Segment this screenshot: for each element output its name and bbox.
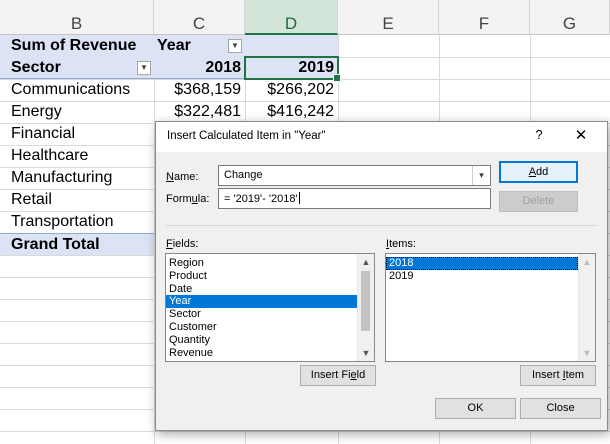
pivot-value-cell[interactable]: $322,481 [154,101,245,123]
fields-label: Fields: [166,238,199,250]
pivot-row-field-label: Sector [11,59,61,76]
name-combobox[interactable]: Change ▾ [218,165,491,186]
fields-listbox[interactable]: Region Product Date Year Sector Customer… [165,253,375,362]
fields-list-item[interactable]: Quantity [166,334,374,347]
column-header-f[interactable]: F [439,0,530,35]
scroll-down-icon[interactable]: ▼ [358,345,374,361]
fields-list-item[interactable]: Sector [166,308,374,321]
help-icon[interactable]: ? [529,127,549,145]
dialog-titlebar[interactable]: Insert Calculated Item in "Year" ? ✕ [156,122,607,152]
pivot-header-blank[interactable] [245,35,338,57]
delete-button[interactable]: Delete [499,191,578,212]
pivot-row-label[interactable]: Manufacturing [0,167,154,189]
pivot-corner-label[interactable]: Sum of Revenue [0,35,154,57]
chevron-down-icon[interactable]: ▾ [472,166,490,185]
add-button[interactable]: Add [499,161,578,183]
fields-list-item[interactable]: Revenue [166,347,374,360]
items-list-item-selected[interactable]: 2018 [386,257,578,270]
name-label: Name: [166,171,199,183]
dialog-title: Insert Calculated Item in "Year" [167,130,326,142]
column-header-g[interactable]: G [530,0,610,35]
fields-list-item[interactable]: Product [166,270,374,283]
scroll-up-icon[interactable]: ▲ [358,254,374,270]
insert-calculated-item-dialog[interactable]: Insert Calculated Item in "Year" ? ✕ Nam… [155,121,608,431]
fields-scrollbar[interactable]: ▲ ▼ [357,254,374,361]
close-button[interactable]: Close [520,398,601,419]
pivot-row-field-cell[interactable]: Sector ▼ [0,57,154,79]
pivot-column-field-cell[interactable]: Year ▼ [154,35,245,57]
formula-label: Formula: [166,193,210,205]
dialog-separator [166,225,597,226]
pivot-value-cell[interactable]: $416,242 [245,101,338,123]
fields-list-item[interactable]: Date [166,283,374,296]
insert-field-button[interactable]: Insert Field [300,365,376,386]
column-header-e[interactable]: E [338,0,439,35]
sector-filter-dropdown-icon[interactable]: ▼ [137,61,151,75]
fields-list-item[interactable]: Customer [166,321,374,334]
close-icon[interactable]: ✕ [569,126,593,146]
pivot-year-2018-header[interactable]: 2018 [154,57,245,79]
scroll-up-icon[interactable]: ▲ [579,254,595,270]
column-header-b[interactable]: B [0,0,154,35]
scroll-down-icon[interactable]: ▼ [579,345,595,361]
formula-input[interactable]: = '2019'- '2018' [218,188,491,209]
column-header-c[interactable]: C [154,0,245,35]
formula-input-value: = '2019'- '2018' [224,192,300,205]
fields-list-item-selected[interactable]: Year [166,295,357,309]
column-header-d[interactable]: D [245,0,338,35]
pivot-row-label[interactable]: Energy [0,101,154,123]
scroll-thumb[interactable] [361,271,370,331]
name-combobox-value: Change [224,169,263,181]
pivot-row-label[interactable]: Communications [0,79,154,101]
year-filter-dropdown-icon[interactable]: ▼ [228,39,242,53]
active-cell-outline [244,56,341,82]
text-caret [298,192,300,204]
ok-button[interactable]: OK [435,398,516,419]
items-scrollbar[interactable]: ▲ ▼ [578,254,595,361]
pivot-value-cell[interactable]: $368,159 [154,79,245,101]
gridline [0,431,610,432]
pivot-row-label[interactable]: Retail [0,189,154,211]
pivot-grand-total-label[interactable]: Grand Total [0,233,154,255]
items-list-item[interactable]: 2019 [386,270,595,283]
pivot-row-label[interactable]: Healthcare [0,145,154,167]
pivot-row-label[interactable]: Financial [0,123,154,145]
fields-list-item[interactable]: Region [166,257,374,270]
insert-item-button[interactable]: Insert Item [520,365,596,386]
pivot-row-label[interactable]: Transportation [0,211,154,233]
pivot-column-field-label: Year [157,37,191,54]
pivot-value-cell[interactable]: $266,202 [245,79,338,101]
items-label: Items: [386,238,416,250]
items-listbox[interactable]: 2018 2019 ▲ ▼ [385,253,596,362]
